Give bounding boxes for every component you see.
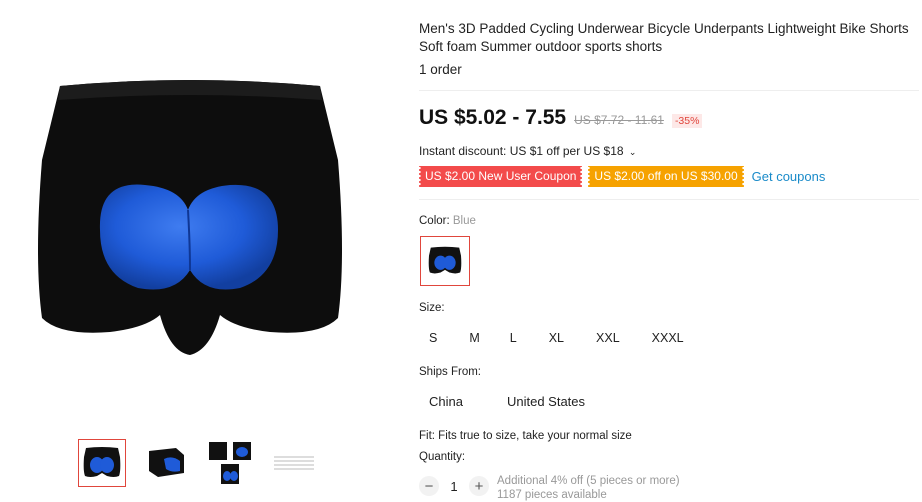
ships-option-us[interactable]: United States	[497, 393, 595, 411]
size-option-l[interactable]: L	[500, 329, 527, 347]
color-selected: Blue	[452, 215, 476, 227]
thumbnail-2[interactable]	[142, 439, 190, 487]
bulk-discount-note: Additional 4% off (5 pieces or more)	[497, 475, 680, 487]
get-coupons-link[interactable]: Get coupons	[752, 169, 826, 184]
store-coupon[interactable]: US $2.00 off on US $30.00	[587, 166, 745, 187]
minus-icon[interactable]: −	[419, 476, 439, 496]
thumbnail-1[interactable]	[78, 439, 126, 487]
size-option-m[interactable]: M	[459, 329, 489, 347]
chevron-down-icon[interactable]: ⌄	[629, 147, 637, 157]
quantity-stepper: − 1 +	[419, 476, 489, 496]
order-count[interactable]: 1 order	[419, 62, 462, 77]
new-user-coupon[interactable]: US $2.00 New User Coupon	[417, 166, 584, 187]
color-label: Color: Blue	[419, 215, 476, 227]
thumbnail-3[interactable]	[206, 439, 254, 487]
instant-discount-text: Instant discount: US $1 off per US $18	[419, 144, 624, 158]
size-option-s[interactable]: S	[419, 329, 447, 347]
current-price: US $5.02 - 7.55	[419, 106, 567, 129]
coupon-row: US $2.00 New User Coupon US $2.00 off on…	[417, 166, 826, 187]
stock-note: 1187 pieces available	[497, 489, 607, 501]
thumbnail-4[interactable]	[270, 439, 318, 487]
quantity-value[interactable]: 1	[439, 479, 469, 494]
fit-info: Fit: Fits true to size, take your normal…	[419, 430, 632, 442]
size-option-xl[interactable]: XL	[539, 329, 574, 347]
discount-badge: -35%	[671, 114, 703, 128]
divider	[419, 199, 919, 200]
plus-icon[interactable]: +	[469, 476, 489, 496]
quantity-label: Quantity:	[419, 451, 466, 463]
size-label: Size:	[419, 302, 445, 314]
size-options: S M L XL XXL XXXL	[419, 329, 694, 347]
main-product-image[interactable]	[20, 60, 360, 380]
thumbnail-strip	[78, 439, 318, 487]
size-option-xxl[interactable]: XXL	[586, 329, 630, 347]
ships-from-label: Ships From:	[419, 366, 481, 378]
product-gallery	[0, 0, 400, 494]
ships-from-options: China United States	[419, 393, 595, 411]
quantity-note: Additional 4% off (5 pieces or more) 118…	[497, 474, 680, 502]
divider	[419, 90, 919, 91]
color-swatch-blue[interactable]	[420, 236, 470, 286]
product-title: Men's 3D Padded Cycling Underwear Bicycl…	[419, 21, 909, 54]
original-price: US $7.72 - 11.61	[574, 113, 664, 127]
color-label-text: Color:	[419, 215, 450, 227]
ships-option-china[interactable]: China	[419, 393, 473, 411]
price-row: US $5.02 - 7.55 US $7.72 - 11.61 -35%	[419, 106, 703, 130]
instant-discount[interactable]: Instant discount: US $1 off per US $18 ⌄	[419, 144, 636, 158]
size-option-xxxl[interactable]: XXXL	[642, 329, 694, 347]
